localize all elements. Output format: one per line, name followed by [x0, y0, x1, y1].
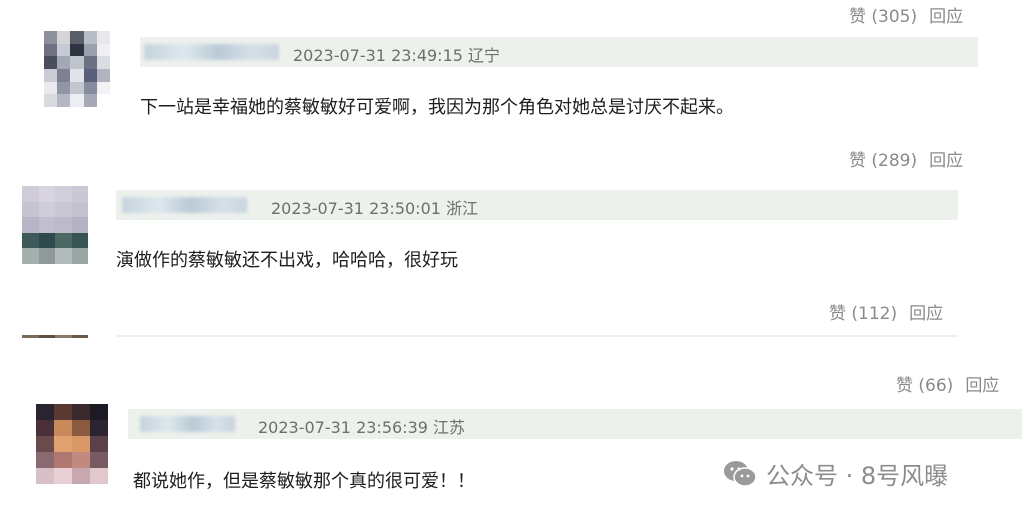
- comment-meta: 2023-07-31 23:50:01 浙江: [271, 199, 479, 218]
- reply-button[interactable]: 回应: [965, 376, 999, 396]
- comment-meta: 2023-07-31 23:56:39 江苏: [258, 418, 466, 437]
- reply-button[interactable]: 回应: [929, 151, 963, 171]
- username-blurred[interactable]: [144, 44, 279, 60]
- watermark: 公众号 · 8号风曝: [722, 456, 948, 491]
- avatar[interactable]: [22, 186, 88, 264]
- username-blurred[interactable]: [140, 416, 235, 432]
- comment-header: 2023-07-31 23:50:01 浙江: [116, 190, 958, 220]
- comment-2-actions: 赞 (289) 回应: [849, 146, 963, 171]
- like-button[interactable]: 赞 (305): [849, 7, 917, 27]
- wechat-icon: [724, 460, 757, 487]
- reply-button[interactable]: 回应: [929, 7, 963, 27]
- watermark-text: 公众号 · 8号风曝: [766, 462, 949, 490]
- like-button[interactable]: 赞 (66): [896, 376, 953, 396]
- comment-text: 都说她作，但是蔡敏敏那个真的很可爱！！: [133, 471, 475, 492]
- comment-1-actions: 赞 (305) 回应: [849, 2, 963, 27]
- avatar[interactable]: [44, 31, 110, 107]
- comment-header: 2023-07-31 23:49:15 辽宁: [140, 37, 978, 67]
- avatar[interactable]: [22, 335, 88, 338]
- comment-text: 下一站是幸福她的蔡敏敏好可爱啊，我因为那个角色对她总是讨厌不起来。: [140, 97, 734, 118]
- comment-3-actions: 赞 (112) 回应: [829, 299, 943, 324]
- comment-4-actions: 赞 (66) 回应: [896, 371, 999, 396]
- like-button[interactable]: 赞 (112): [829, 304, 897, 324]
- comment-meta: 2023-07-31 23:49:15 辽宁: [293, 46, 501, 65]
- avatar[interactable]: [36, 404, 108, 484]
- comment-text: 演做作的蔡敏敏还不出戏，哈哈哈，很好玩: [116, 250, 458, 271]
- like-button[interactable]: 赞 (289): [849, 151, 917, 171]
- username-blurred[interactable]: [122, 197, 247, 213]
- reply-button[interactable]: 回应: [909, 304, 943, 324]
- comment-header: 2023-07-31 23:56:39 江苏: [128, 409, 1022, 439]
- comment-header-divider: [116, 335, 958, 337]
